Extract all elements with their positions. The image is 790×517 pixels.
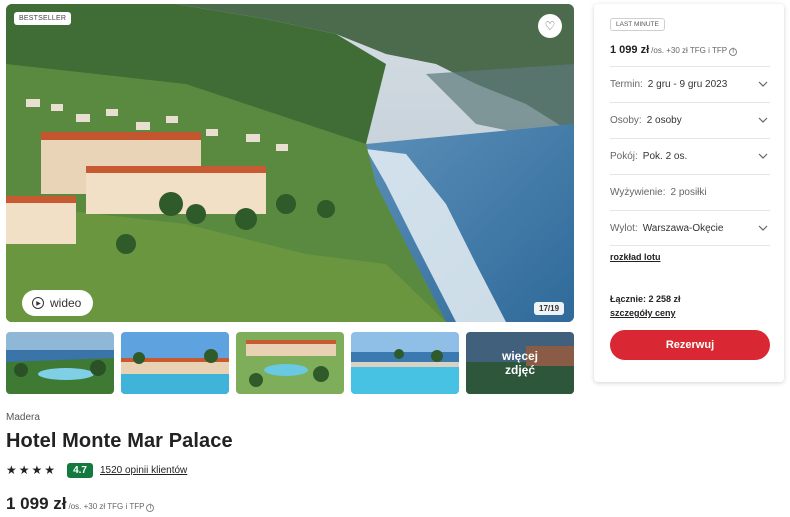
star-icon: ★ — [44, 463, 56, 477]
card-price-suffix: /os. +30 zł TFG i TFP — [651, 46, 728, 55]
region-label: Madera — [6, 412, 40, 423]
score-badge: 4.7 — [67, 462, 93, 478]
hotel-landscape-image — [6, 4, 574, 322]
persons-label: Osoby: — [610, 115, 642, 126]
thumbnail-4[interactable] — [351, 332, 459, 394]
departure-selector[interactable]: Wylot: Warszawa-Okęcie — [610, 210, 770, 246]
persons-value: 2 osoby — [646, 115, 682, 126]
price-details-link[interactable]: szczegóły ceny — [610, 308, 676, 318]
hotel-name: Hotel Monte Mar Palace — [6, 430, 233, 452]
reserve-button[interactable]: Rezerwuj — [610, 330, 770, 360]
term-label: Termin: — [610, 79, 643, 90]
room-selector[interactable]: Pokój: Pok. 2 os. — [610, 138, 770, 174]
room-value: Pok. 2 os. — [642, 151, 688, 162]
info-icon[interactable]: i — [146, 504, 155, 512]
total-price: Łącznie: 2 258 zł — [610, 294, 681, 304]
board-value: 2 posiłki — [670, 187, 707, 198]
thumbnail-2[interactable] — [121, 332, 229, 394]
chevron-down-icon — [758, 151, 768, 164]
departure-value: Warszawa-Okęcie — [642, 222, 724, 234]
rating-row: ★ ★ ★ ★ 4.7 1520 opinii klientów — [6, 462, 187, 478]
reviews-link[interactable]: 1520 opinii klientów — [100, 465, 187, 476]
room-label: Pokój: — [610, 151, 638, 162]
play-icon: ▶ — [32, 297, 44, 309]
booking-card: LAST MINUTE 1 099 zł /os. +30 zł TFG i T… — [594, 4, 784, 382]
star-icon: ★ — [6, 463, 17, 477]
chevron-down-icon — [758, 115, 768, 128]
flight-schedule-link[interactable]: rozkład lotu — [610, 252, 661, 262]
board-info: Wyżywienie: 2 posiłki — [610, 174, 770, 210]
star-icon: ★ — [18, 463, 30, 477]
star-icon: ★ — [31, 463, 43, 477]
more-photos-label: więcej zdjęć — [466, 332, 574, 394]
price-suffix: /os. +30 zł TFG i TFP — [68, 502, 145, 511]
video-label: wideo — [50, 296, 82, 310]
chevron-down-icon — [758, 79, 768, 92]
photo-counter: 17/19 — [534, 302, 565, 315]
term-selector[interactable]: Termin: 2 gru - 9 gru 2023 — [610, 66, 770, 102]
card-price: 1 099 zł /os. +30 zł TFG i TFP i — [610, 44, 738, 56]
board-label: Wyżywienie: — [610, 187, 666, 198]
price-value: 1 099 zł — [6, 494, 67, 513]
persons-selector[interactable]: Osoby: 2 osoby — [610, 102, 770, 138]
favorite-button[interactable]: ♡ — [538, 14, 562, 38]
thumbnail-strip: więcej zdjęć — [6, 332, 574, 394]
term-value: 2 gru - 9 gru 2023 — [647, 79, 728, 90]
thumbnail-1[interactable] — [6, 332, 114, 394]
chevron-down-icon — [758, 223, 768, 236]
last-minute-badge: LAST MINUTE — [610, 18, 665, 31]
star-rating: ★ ★ ★ ★ — [6, 464, 55, 476]
bestseller-badge: BESTSELLER — [14, 12, 72, 25]
video-button[interactable]: ▶ wideo — [22, 290, 94, 316]
price-summary: 1 099 zł /os. +30 zł TFG i TFP i — [6, 494, 155, 514]
thumbnail-3[interactable] — [236, 332, 344, 394]
thumbnail-5[interactable]: więcej zdjęć — [466, 332, 574, 394]
info-icon[interactable]: i — [729, 48, 738, 56]
departure-label: Wylot: — [610, 222, 638, 234]
card-price-value: 1 099 zł — [610, 44, 650, 56]
heart-icon: ♡ — [544, 19, 556, 33]
main-photo[interactable]: BESTSELLER ♡ ▶ wideo 17/19 — [6, 4, 574, 322]
